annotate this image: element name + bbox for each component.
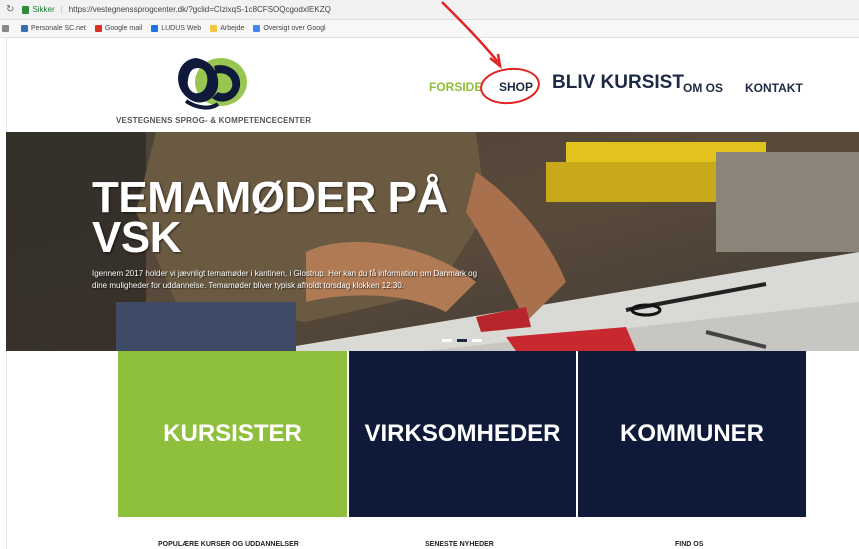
nav-kontakt[interactable]: KONTAKT <box>745 81 803 95</box>
folder-icon <box>210 25 218 32</box>
secure-label: Sikker <box>32 5 55 14</box>
tile-label: KURSISTER <box>163 420 302 447</box>
bookmark-favicon-icon <box>21 25 28 32</box>
tile-kursister[interactable]: KURSISTER <box>118 351 347 517</box>
footer-heading-news: SENESTE NYHEDER <box>425 541 494 548</box>
footer-heading-courses: POPULÆRE KURSER OG UDDANNELSER <box>158 541 299 548</box>
tile-virksomheder[interactable]: VIRKSOMHEDER <box>349 351 576 517</box>
apps-icon <box>2 25 9 32</box>
tile-label: VIRKSOMHEDER <box>364 420 561 447</box>
bookmark-label: Oversigt over Googl <box>263 25 326 32</box>
hero-title: TEMAMØDER PÅ VSK <box>92 173 448 262</box>
carousel-dot-active[interactable] <box>457 339 467 342</box>
bookmark-ludus[interactable]: LUDUS Web <box>151 25 201 32</box>
url-text[interactable]: https://vestegnenssprogcenter.dk/?gclid=… <box>69 5 331 14</box>
reload-icon[interactable]: ↻ <box>6 4 14 15</box>
nav-om-os[interactable]: OM OS <box>683 81 723 95</box>
vsk-logo[interactable] <box>166 46 256 116</box>
address-separator: | <box>60 5 63 14</box>
nav-bliv-kursist[interactable]: BLIV KURSIST <box>552 72 684 94</box>
bookmark-arbejde[interactable]: Arbejde <box>210 25 244 32</box>
bookmark-label: LUDUS Web <box>161 25 202 32</box>
bookmark-label: Personale SC.net <box>31 25 86 32</box>
footer-heading-find-us: FIND OS <box>675 541 704 548</box>
gmail-icon <box>94 25 102 32</box>
hero-banner: TEMAMØDER PÅ VSK Igennem 2017 holder vi … <box>6 132 859 351</box>
nav-forside[interactable]: FORSIDE <box>429 80 482 94</box>
bookmark-gmail[interactable]: Google mail <box>94 25 143 32</box>
bookmark-personale[interactable]: Personale SC.net <box>21 25 86 32</box>
logo-text: VESTEGNENS SPROG- & KOMPETENCECENTER <box>116 116 312 125</box>
hero-title-line1: TEMAMØDER PÅ <box>92 173 448 222</box>
hero-title-line2: VSK <box>92 213 181 262</box>
bookmark-label: Google mail <box>104 25 143 32</box>
ludus-icon <box>151 25 159 32</box>
annotation-arrow-icon <box>441 1 502 70</box>
bookmark-google[interactable]: Oversigt over Googl <box>253 25 326 32</box>
carousel-dot[interactable] <box>472 339 482 342</box>
carousel-dots <box>442 339 482 342</box>
tile-kommuner[interactable]: KOMMUNER <box>578 351 806 517</box>
hero-text: Igennem 2017 holder vi jævnligt temamøde… <box>92 269 478 290</box>
bookmark-label: Arbejde <box>220 25 245 32</box>
tile-label: KOMMUNER <box>620 420 764 447</box>
lock-icon <box>22 5 30 14</box>
bookmark-apps[interactable] <box>2 25 12 32</box>
google-icon <box>253 25 261 32</box>
carousel-dot[interactable] <box>442 339 452 342</box>
